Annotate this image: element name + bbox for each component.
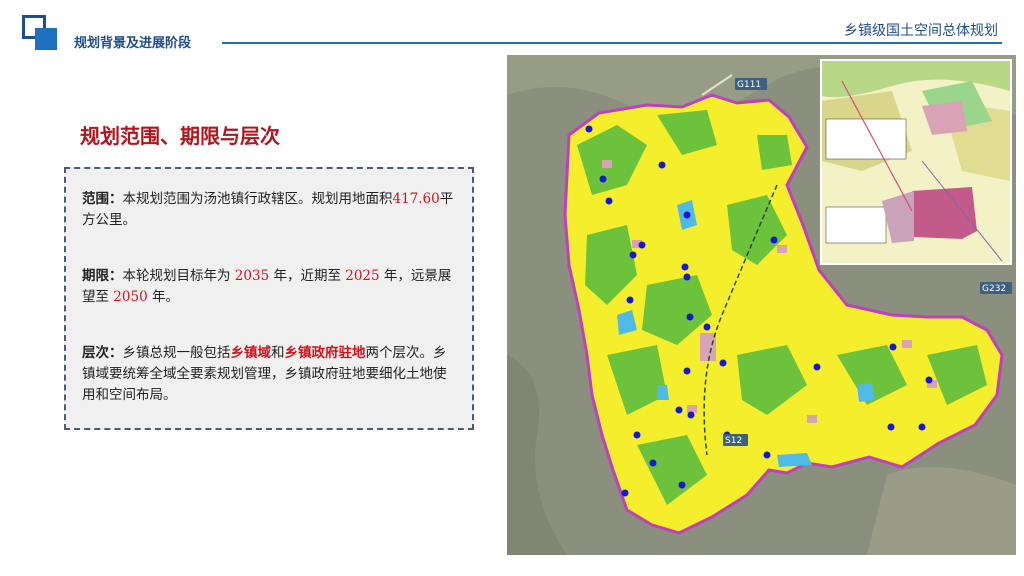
logo-icon [22, 15, 58, 51]
period-near-year: 2025 [345, 268, 380, 284]
period-vision-year: 2050 [113, 289, 148, 305]
header-divider [222, 42, 1002, 44]
scope-text-1: 本规划范围为汤池镇行政辖区。规划用地面积 [122, 191, 393, 207]
inset-map-graphic [822, 61, 1010, 263]
levels-label: 层次： [82, 345, 123, 361]
period-target-year: 2035 [234, 268, 270, 284]
info-box: 范围：本规划范围为汤池镇行政辖区。规划用地面积417.60平方公里。 期限：本轮… [64, 167, 474, 430]
period-paragraph: 期限：本轮规划目标年为 2035 年，近期至 2025 年，远景展望至 2050… [82, 266, 458, 308]
period-text-1: 本轮规划目标年为 [122, 268, 235, 284]
road-label-s12: S12 [723, 434, 748, 446]
levels-paragraph: 层次：乡镇总规一般包括乡镇域和乡镇政府驻地两个层次。乡镇域要统筹全域全要素规划管… [82, 343, 458, 406]
scope-area: 417.60 [392, 191, 440, 207]
levels-text-2: 和 [271, 345, 285, 361]
document-title: 乡镇级国土空间总体规划 [844, 23, 998, 39]
inset-map [820, 59, 1012, 265]
scope-label: 范围： [82, 191, 123, 207]
period-text-2: 年，近期至 [269, 268, 346, 284]
land-use-map: G111 G232 S12 [507, 55, 1016, 555]
period-label: 期限： [82, 268, 123, 284]
page-heading: 规划范围、期限与层次 [80, 124, 280, 148]
logo-inner-square [35, 28, 57, 50]
svg-text:G232: G232 [982, 284, 1006, 294]
svg-text:S12: S12 [725, 436, 742, 446]
road-label-g232: G232 [980, 282, 1012, 294]
svg-text:G111: G111 [737, 80, 761, 90]
section-title: 规划背景及进展阶段 [74, 36, 192, 51]
scope-paragraph: 范围：本规划范围为汤池镇行政辖区。规划用地面积417.60平方公里。 [82, 189, 458, 231]
period-text-4: 年。 [147, 289, 179, 305]
levels-highlight-township: 乡镇域 [230, 345, 272, 361]
road-label-g111: G111 [735, 78, 767, 90]
levels-text-1: 乡镇总规一般包括 [122, 345, 231, 361]
levels-highlight-government-seat: 乡镇政府驻地 [284, 345, 366, 361]
